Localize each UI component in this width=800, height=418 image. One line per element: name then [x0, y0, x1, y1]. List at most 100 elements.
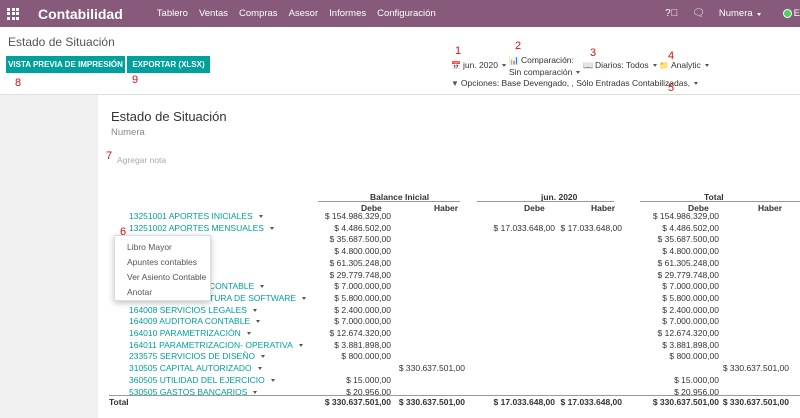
header-underline — [477, 201, 614, 202]
comparison-value: Sin comparación — [509, 67, 573, 77]
avatar[interactable] — [782, 9, 792, 18]
comparison-title: Comparación: — [520, 55, 574, 65]
chevron-down-icon[interactable] — [271, 378, 275, 382]
total-cell: $ 330.637.501,00 — [652, 397, 719, 407]
total-label: Total — [109, 397, 129, 407]
menu-informes[interactable]: Informes — [329, 8, 366, 19]
chevron-down-icon[interactable] — [261, 355, 265, 359]
chevron-down-icon — [652, 63, 657, 67]
table-cell: $ 35.687.500,00 — [329, 234, 391, 245]
user-initial[interactable]: E — [794, 8, 800, 19]
help-icon[interactable]: ?⃝ — [665, 8, 678, 19]
table-cell: $ 3.881.898,00 — [334, 339, 391, 350]
menu-apuntes-contables[interactable]: Apuntes contables — [127, 257, 197, 267]
print-preview-button[interactable]: VISTA PREVIA DE IMPRESIÓN — [6, 56, 125, 73]
table-cell: $ 800.000,00 — [341, 351, 391, 362]
table-cell: $ 5.800.000,00 — [334, 292, 391, 303]
table-cell: $ 29.779.748,00 — [329, 269, 391, 280]
chevron-down-icon[interactable] — [302, 296, 306, 300]
menu-ventas[interactable]: Ventas — [199, 8, 228, 19]
table-cell: $ 800.000,00 — [669, 351, 719, 362]
chevron-down-icon[interactable] — [258, 367, 262, 371]
menu-asesor[interactable]: Asesor — [289, 8, 319, 19]
annotation-5: 5 — [668, 82, 675, 94]
control-panel-divider — [0, 94, 800, 95]
menu-compras[interactable]: Compras — [239, 8, 278, 19]
account-link[interactable]: 164011 PARAMETRIZACION- OPERATIVA — [129, 340, 293, 350]
export-xlsx-button[interactable]: EXPORTAR (XLSX) — [127, 56, 210, 73]
top-navbar: Contabilidad Tablero Ventas Compras Ases… — [0, 0, 800, 27]
chevron-down-icon[interactable] — [270, 226, 274, 230]
total-cell: $ 17.033.648,00 — [493, 397, 555, 407]
account-link[interactable]: 13251002 APORTES MENSUALES — [129, 223, 264, 233]
table-cell: $ 4.486.502,00 — [662, 222, 719, 233]
menu-ver-asiento[interactable]: Ver Asiento Contable — [127, 272, 206, 282]
report-company: Numera — [111, 127, 145, 138]
menu-libro-mayor[interactable]: Libro Mayor — [127, 242, 172, 252]
add-note-input[interactable]: Agregar nota — [117, 155, 166, 165]
table-cell: $ 15.000,00 — [674, 374, 719, 385]
comparison-filter[interactable]: Sin comparación — [509, 67, 581, 77]
table-cell: $ 61.305.248,00 — [329, 257, 391, 268]
analytic-label: Analytic — [670, 60, 701, 70]
chevron-down-icon[interactable] — [256, 320, 260, 324]
account-link[interactable]: 164008 SERVICIOS LEGALES — [129, 305, 247, 315]
account-link[interactable]: 13251001 APORTES INICIALES — [129, 211, 253, 221]
date-filter-label: jun. 2020 — [462, 60, 498, 70]
table-cell: $ 7.000.000,00 — [334, 281, 391, 292]
total-cell: $ 330.637.501,00 — [398, 397, 465, 407]
chat-icon[interactable]: 🗨 — [692, 8, 705, 19]
chevron-down-icon[interactable] — [299, 343, 303, 347]
filter-icon: ▼ — [451, 78, 459, 88]
table-cell: $ 15.000,00 — [346, 374, 391, 385]
account-link[interactable]: 164010 PARAMETRIZACIÓN — [129, 328, 241, 338]
account-link[interactable]: 164009 AUDITORA CONTABLE — [129, 316, 250, 326]
table-cell: $ 7.000.000,00 — [662, 281, 719, 292]
chevron-down-icon[interactable] — [260, 285, 264, 289]
menu-tablero[interactable]: Tablero — [157, 8, 188, 19]
app-brand[interactable]: Contabilidad — [38, 6, 123, 22]
report-title: Estado de Situación — [111, 109, 227, 124]
chevron-down-icon[interactable] — [259, 215, 263, 218]
annotation-8: 8 — [15, 77, 22, 89]
chevron-down-icon — [576, 70, 581, 74]
apps-menu-icon[interactable] — [7, 7, 19, 20]
total-cell: $ 330.637.501,00 — [722, 397, 789, 407]
comparison-filter-title[interactable]: 📊 Comparación: — [509, 55, 574, 65]
account-link[interactable]: CONTABLE — [209, 281, 254, 291]
analytic-filter[interactable]: 📁 Analytic — [659, 60, 709, 70]
table-cell: $ 154.986.329,00 — [324, 211, 391, 221]
journals-filter[interactable]: 📖 Diarios: Todos — [583, 60, 657, 70]
chevron-down-icon[interactable] — [247, 332, 251, 335]
chevron-down-icon — [756, 13, 761, 16]
left-pane — [0, 95, 98, 418]
table-cell: $ 29.779.748,00 — [657, 269, 719, 280]
annotation-7: 7 — [106, 150, 113, 162]
annotation-9: 9 — [132, 74, 139, 86]
table-cell: $ 12.674.320,00 — [329, 328, 391, 338]
table-cell: $ 12.674.320,00 — [657, 328, 719, 338]
chevron-down-icon[interactable] — [253, 390, 257, 394]
table-cell: $ 5.800.000,00 — [662, 292, 719, 303]
journals-label: Diarios: Todos — [594, 60, 649, 70]
table-cell: $ 3.881.898,00 — [662, 339, 719, 350]
annotation-3: 3 — [590, 47, 597, 59]
table-cell: $ 4.800.000,00 — [662, 246, 719, 257]
menu-configuracion[interactable]: Configuración — [377, 8, 436, 19]
breadcrumb: Estado de Situación — [8, 35, 115, 49]
total-row: Total $ 330.637.501,00 $ 330.637.501,00 … — [109, 397, 800, 410]
nav-right: ?⃝ 🗨 Numera E — [665, 0, 800, 27]
account-link[interactable]: 233575 SERVICIOS DE DISEÑO — [129, 351, 255, 361]
table-cell: $ 7.000.000,00 — [662, 316, 719, 327]
date-filter[interactable]: 📅 jun. 2020 — [451, 60, 506, 70]
company-switcher[interactable]: Numera — [719, 8, 761, 19]
account-link[interactable]: 310505 CAPITAL AUTORIZADO — [129, 363, 252, 373]
total-divider — [109, 395, 800, 396]
menu-anotar[interactable]: Anotar — [127, 287, 152, 297]
chevron-down-icon[interactable] — [253, 308, 257, 312]
chevron-down-icon — [704, 63, 709, 67]
total-cell: $ 17.033.648,00 — [560, 397, 622, 407]
account-link[interactable]: 360505 UTILIDAD DEL EJERCICIO — [129, 375, 265, 385]
account-link[interactable]: TURA DE SOFTWARE — [209, 293, 296, 303]
options-filter[interactable]: ▼ Opciones: Base Devengado, , Sólo Entra… — [451, 78, 699, 88]
